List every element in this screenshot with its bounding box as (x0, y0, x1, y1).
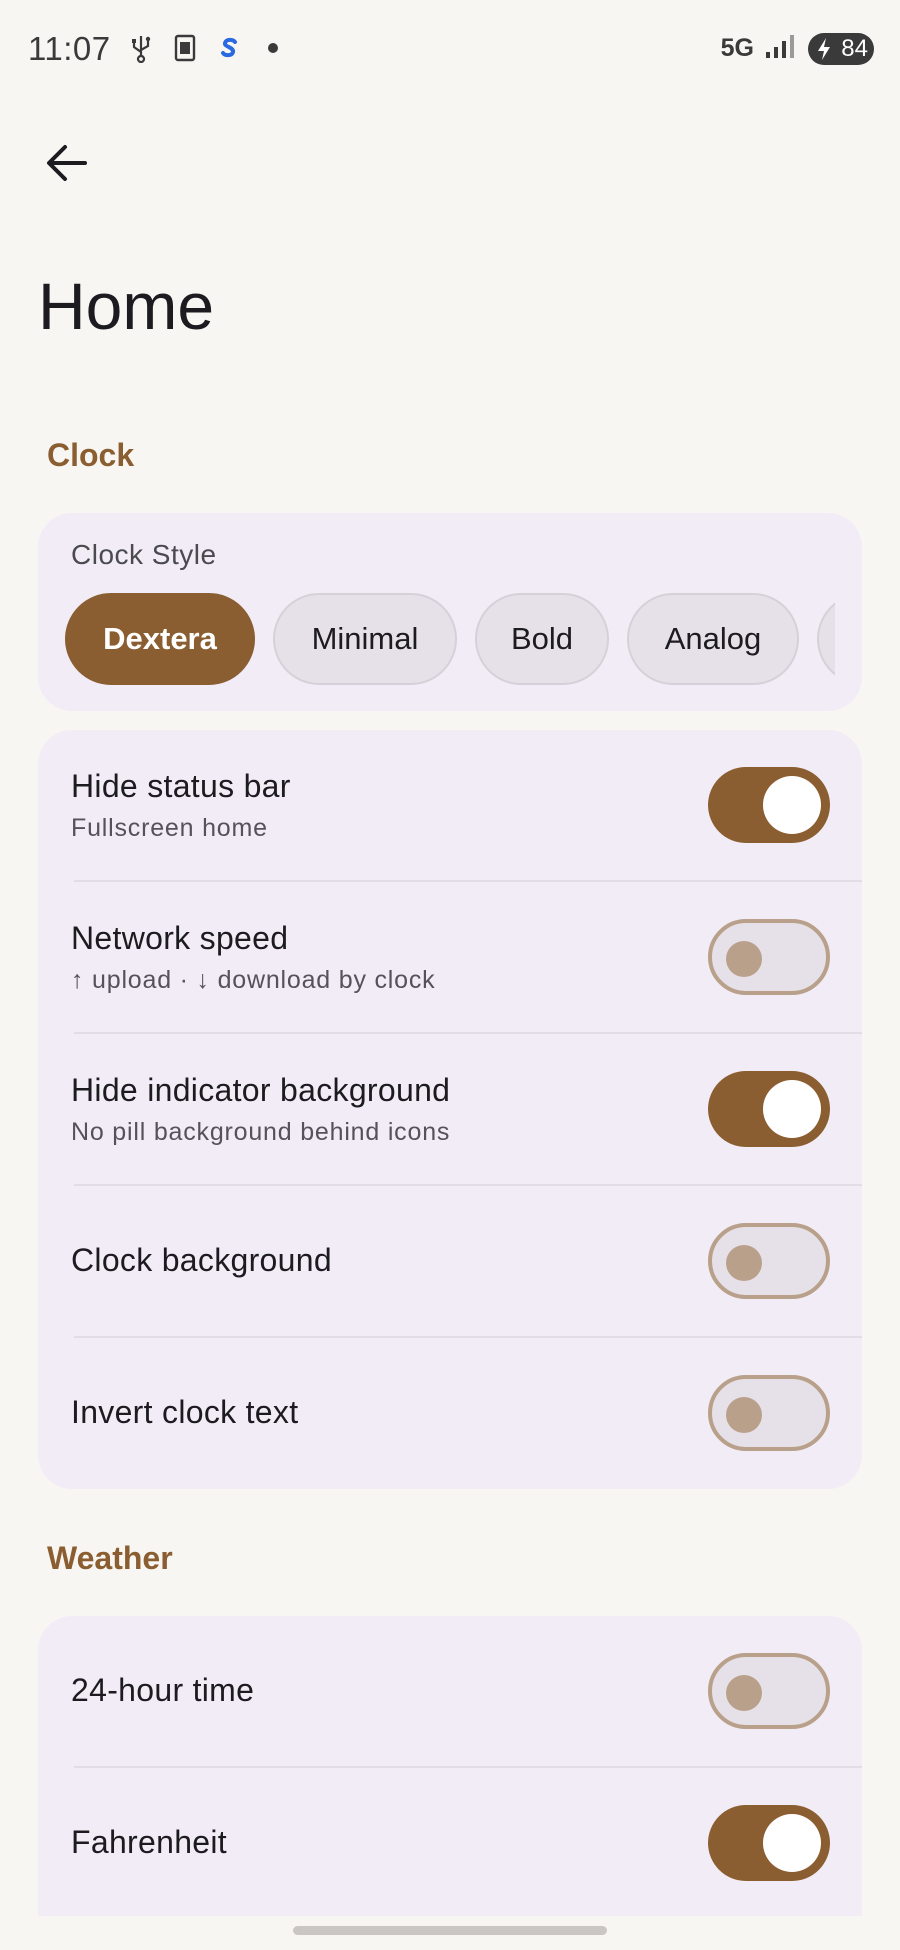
hide-status-bar-toggle[interactable] (708, 767, 830, 843)
toggle-knob (763, 1080, 821, 1138)
section-label-clock: Clock (47, 437, 135, 473)
clock-style-chips[interactable]: Dextera Minimal Bold Analog (65, 593, 835, 687)
setting-subtitle: No pill background behind icons (71, 1118, 451, 1146)
setting-clock-background[interactable]: Clock background (38, 1186, 862, 1338)
status-bar: 11:07 5G 84 (0, 0, 900, 100)
home-gesture-bar[interactable] (293, 1926, 607, 1935)
setting-title: 24-hour time (71, 1672, 255, 1708)
setting-title: Clock background (71, 1242, 332, 1278)
setting-fahrenheit[interactable]: Fahrenheit (38, 1768, 862, 1916)
status-time: 11:07 (28, 30, 111, 67)
setting-hide-status-bar[interactable]: Hide status bar Fullscreen home (38, 730, 862, 882)
clock-background-toggle[interactable] (708, 1223, 830, 1299)
chip-bold[interactable]: Bold (475, 593, 609, 685)
usb-icon (126, 33, 156, 64)
toggle-knob (726, 1675, 762, 1711)
shazam-app-icon (214, 33, 244, 63)
notification-dot-icon (268, 43, 278, 53)
chip-minimal[interactable]: Minimal (273, 593, 457, 685)
hide-indicator-background-toggle[interactable] (708, 1071, 830, 1147)
setting-title: Invert clock text (71, 1394, 299, 1430)
clock-style-card: Clock Style Dextera Minimal Bold Analog (38, 513, 862, 711)
network-speed-toggle[interactable] (708, 919, 830, 995)
toggle-knob (763, 776, 821, 834)
setting-subtitle: ↑ upload · ↓ download by clock (71, 966, 436, 994)
toggle-knob (726, 941, 762, 977)
network-type: 5G (720, 34, 754, 62)
setting-network-speed[interactable]: Network speed ↑ upload · ↓ download by c… (38, 882, 862, 1034)
section-label-weather: Weather (47, 1540, 173, 1576)
sim-card-icon (170, 33, 200, 63)
setting-subtitle: Fullscreen home (71, 814, 268, 842)
toggle-knob (726, 1397, 762, 1433)
page-title: Home (38, 269, 215, 343)
24-hour-time-toggle[interactable] (708, 1653, 830, 1729)
battery-level: 84 (841, 34, 868, 62)
setting-title: Network speed (71, 920, 289, 956)
clock-settings-card: Hide status bar Fullscreen home Network … (38, 730, 862, 1489)
invert-clock-text-toggle[interactable] (708, 1375, 830, 1451)
arrow-left-icon (47, 145, 87, 181)
back-button[interactable] (40, 136, 94, 190)
toggle-knob (763, 1814, 821, 1872)
signal-icon (764, 32, 798, 65)
setting-hide-indicator-background[interactable]: Hide indicator background No pill backgr… (38, 1034, 862, 1186)
toggle-knob (726, 1245, 762, 1281)
setting-title: Fahrenheit (71, 1824, 227, 1860)
setting-invert-clock-text[interactable]: Invert clock text (38, 1338, 862, 1489)
fahrenheit-toggle[interactable] (708, 1805, 830, 1881)
clock-style-label: Clock Style (71, 539, 217, 570)
chip-dextera[interactable]: Dextera (65, 593, 255, 685)
battery-charging-icon: 84 (808, 32, 874, 65)
chip-analog[interactable]: Analog (627, 593, 799, 685)
setting-24-hour-time[interactable]: 24-hour time (38, 1616, 862, 1768)
chip-more[interactable] (817, 593, 835, 685)
setting-title: Hide status bar (71, 768, 291, 804)
weather-settings-card: 24-hour time Fahrenheit (38, 1616, 862, 1916)
setting-title: Hide indicator background (71, 1072, 451, 1108)
